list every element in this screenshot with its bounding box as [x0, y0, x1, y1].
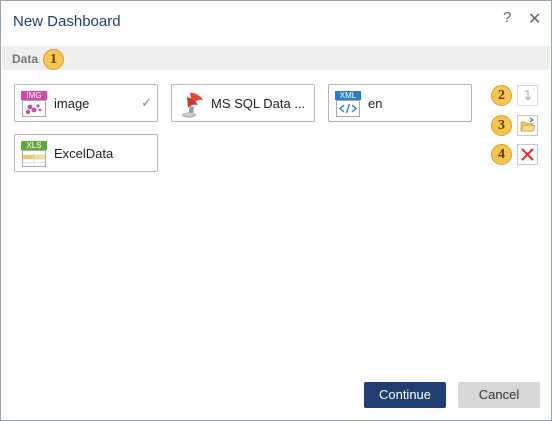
dialog-title: New Dashboard [13, 13, 121, 30]
delete-icon [521, 148, 534, 161]
datasource-card-en[interactable]: XML en [328, 84, 472, 122]
new-dashboard-dialog: New Dashboard ? ✕ Data 1 IMG image ✓ MS … [0, 0, 552, 421]
step-badge-2: 2 [491, 85, 512, 106]
open-button[interactable] [517, 115, 538, 136]
datasource-label: MS SQL Data ... [211, 96, 306, 111]
datasource-label: en [368, 96, 383, 111]
xml-file-icon: XML [335, 91, 361, 117]
datasource-label: image [54, 96, 90, 111]
open-folder-icon [520, 117, 536, 132]
step-badge-3: 3 [491, 115, 512, 136]
data-section-header [2, 46, 550, 70]
datasource-label: ExcelData [54, 146, 114, 161]
continue-button[interactable]: Continue [364, 382, 446, 408]
cancel-button[interactable]: Cancel [458, 382, 540, 408]
ms-sql-icon [178, 91, 204, 118]
datasource-card-ms-sql[interactable]: MS SQL Data ... [171, 84, 315, 122]
datasource-card-exceldata[interactable]: XLS ExcelData [14, 134, 158, 172]
check-icon: ✓ [141, 95, 152, 110]
section-label: Data [12, 52, 39, 66]
step-badge-4: 4 [491, 144, 512, 165]
step-badge-1: 1 [43, 49, 64, 70]
close-button[interactable]: ✕ [528, 9, 541, 29]
help-button[interactable]: ? [503, 9, 511, 26]
image-file-icon: IMG [21, 91, 47, 117]
delete-button[interactable] [517, 144, 538, 165]
datasource-card-image[interactable]: IMG image ✓ [14, 84, 158, 122]
arrow-down-icon [524, 90, 532, 101]
move-down-button[interactable] [517, 85, 538, 106]
excel-file-icon: XLS [21, 141, 47, 167]
